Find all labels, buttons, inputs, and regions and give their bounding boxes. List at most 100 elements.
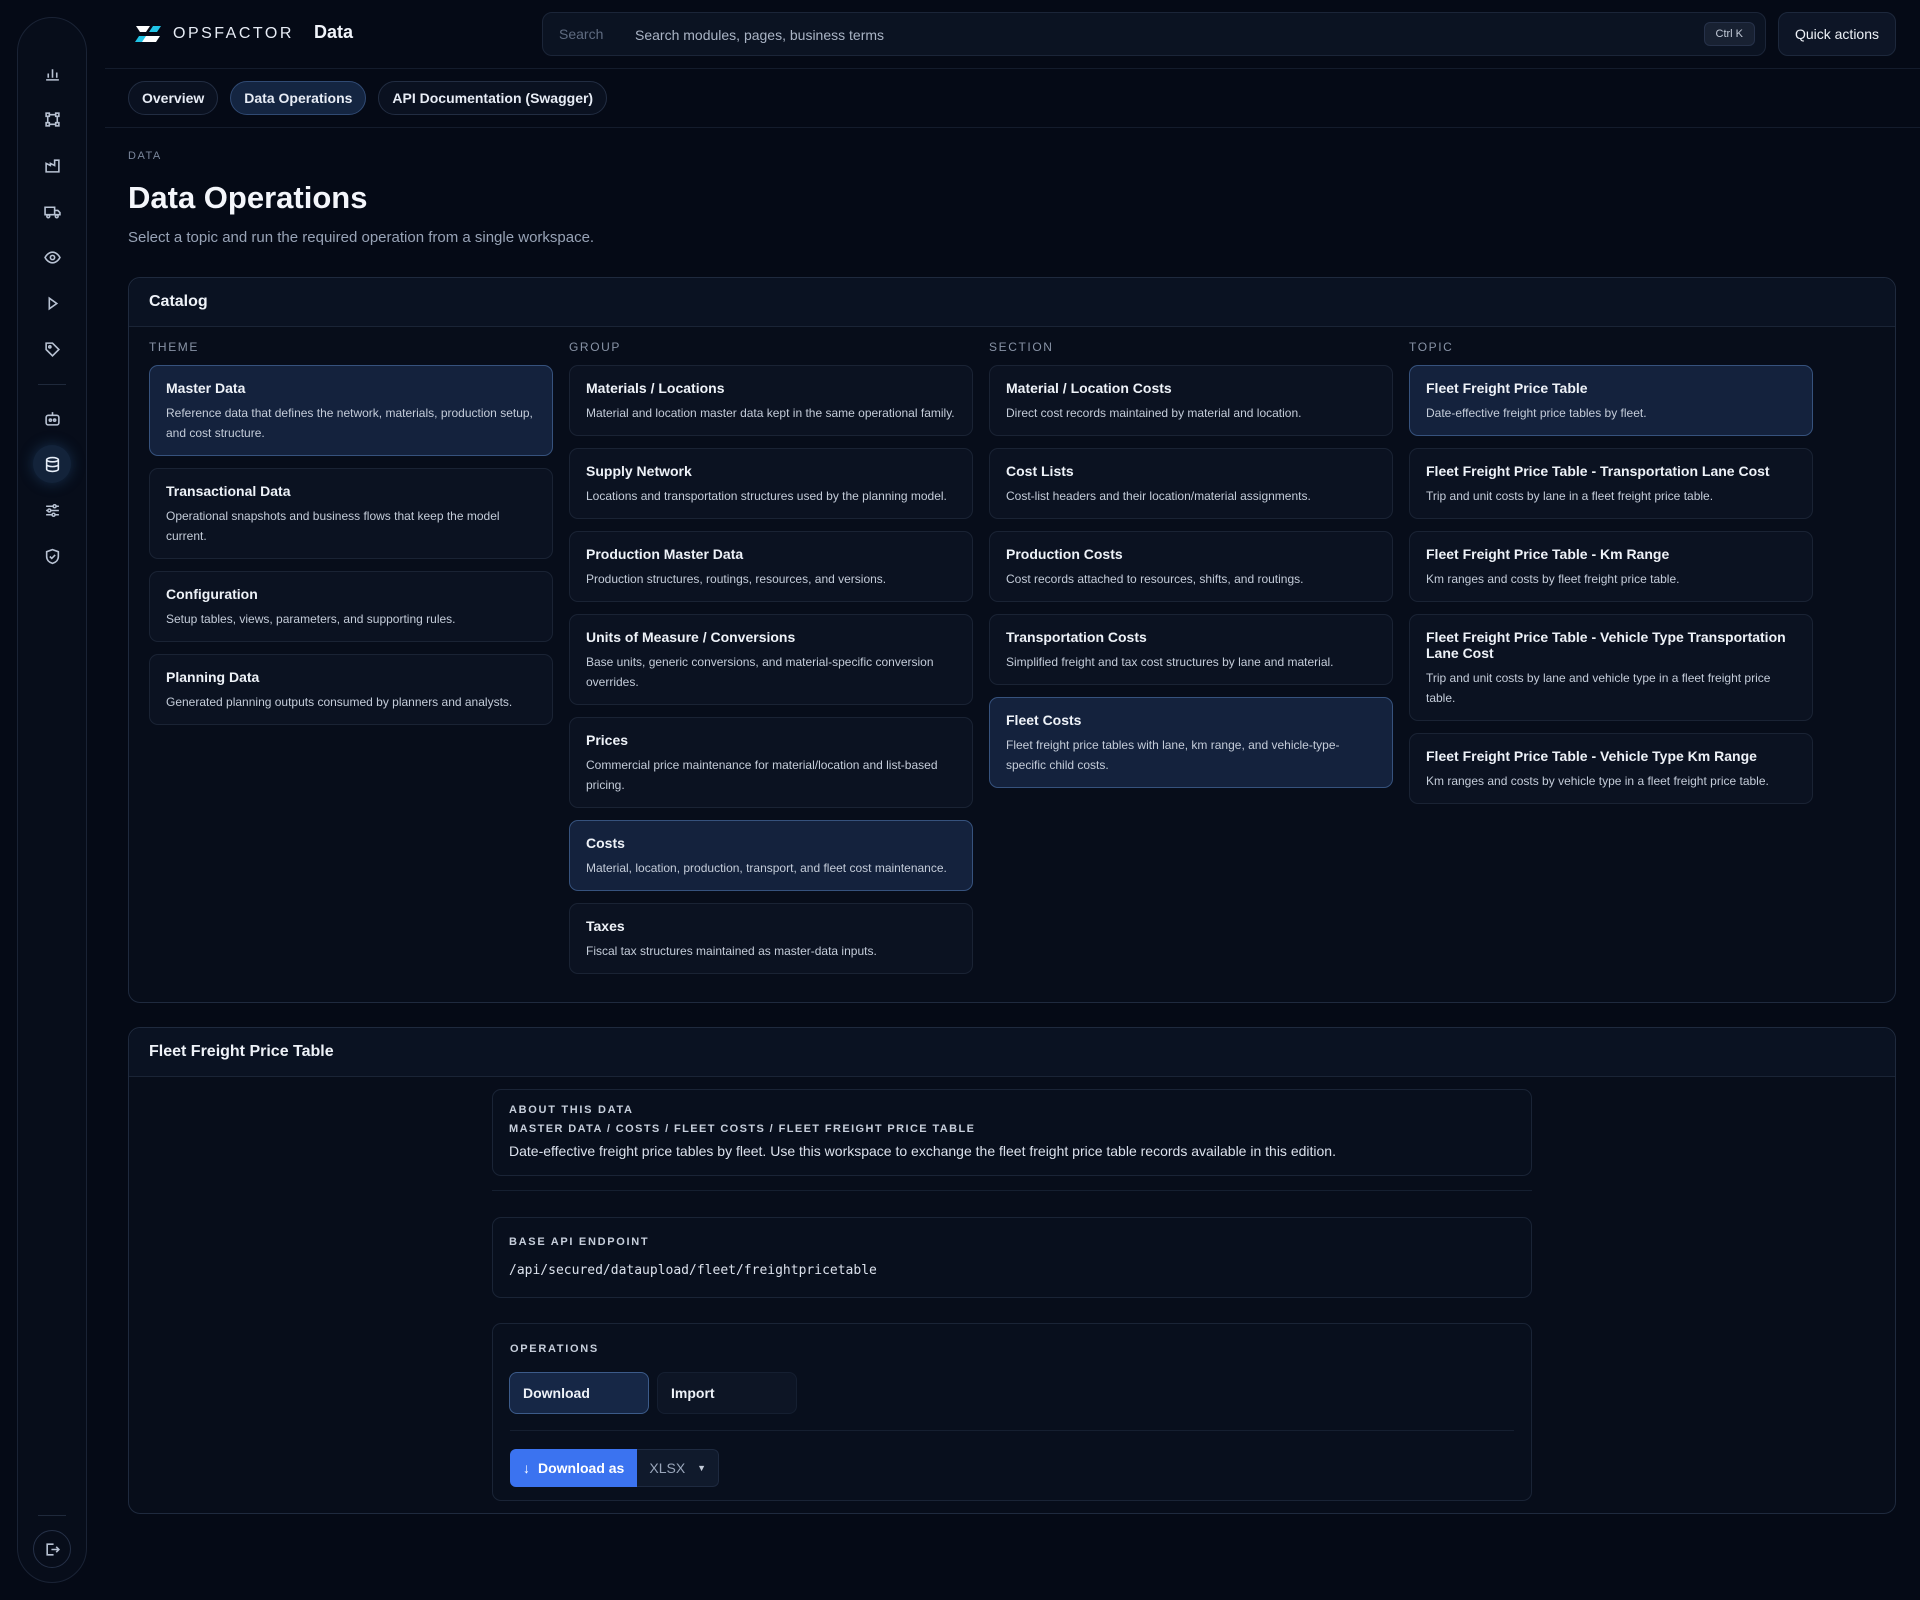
factory-icon[interactable] [33, 146, 71, 184]
catalog-card-description: Operational snapshots and business flows… [166, 509, 500, 543]
catalog-card-description: Direct cost records maintained by materi… [1006, 406, 1302, 420]
global-search[interactable]: Search Ctrl K [542, 12, 1766, 56]
operations-label: OPERATIONS [510, 1343, 599, 1355]
top-bar: OPSFACTOR Data Search Ctrl K Quick actio… [105, 0, 1920, 69]
catalog-card-description: Date-effective freight price tables by f… [1426, 406, 1647, 420]
tab-api-documentation[interactable]: API Documentation (Swagger) [378, 81, 608, 115]
catalog-card-title: Master Data [166, 380, 246, 396]
catalog-card-title: Costs [586, 835, 625, 851]
about-data-label: ABOUT THIS DATA [509, 1104, 634, 1116]
catalog-card-description: Locations and transportation structures … [586, 489, 947, 503]
page-subtitle: Select a topic and run the required oper… [128, 229, 595, 246]
brand-logo[interactable]: OPSFACTOR [133, 20, 294, 48]
sidebar-rail [17, 17, 87, 1583]
tab-data-operations[interactable]: Data Operations [230, 81, 367, 115]
api-endpoint-value: /api/secured/dataupload/fleet/freightpri… [509, 1263, 877, 1278]
catalog-card-description: Commercial price maintenance for materia… [586, 758, 938, 792]
topic-breadcrumb: MASTER DATA / COSTS / FLEET COSTS / FLEE… [509, 1123, 976, 1135]
catalog-card-title: Prices [586, 732, 629, 748]
bar-chart-icon[interactable] [33, 54, 71, 92]
catalog-card[interactable]: Costs Material, location, production, tra… [569, 820, 973, 891]
catalog-card-title: Fleet Costs [1006, 712, 1082, 728]
sliders-icon[interactable] [33, 491, 71, 529]
catalog-column-heading: TOPIC [1409, 340, 1454, 354]
catalog-card-description: Km ranges and costs by fleet freight pri… [1426, 572, 1680, 586]
download-as-button[interactable]: ↓ Download as [510, 1449, 638, 1487]
catalog-card-title: Supply Network [586, 463, 692, 479]
catalog-card[interactable]: Production Master Data Production structu… [569, 531, 973, 602]
catalog-card[interactable]: Cost Lists Cost-list headers and their lo… [989, 448, 1393, 519]
catalog-card[interactable]: Materials / Locations Material and locati… [569, 365, 973, 436]
catalog-card-description: Base units, generic conversions, and mat… [586, 655, 934, 689]
format-selected-value: XLSX [649, 1460, 686, 1476]
logout-icon[interactable] [33, 1530, 71, 1568]
catalog-card[interactable]: Fleet Freight Price Table - Transportati… [1409, 448, 1813, 519]
network-icon[interactable] [33, 100, 71, 138]
detail-divider [492, 1190, 1532, 1191]
search-shortcut-badge: Ctrl K [1703, 22, 1755, 46]
catalog-card-title: Transactional Data [166, 483, 291, 499]
shield-icon[interactable] [33, 537, 71, 575]
quick-actions-button[interactable]: Quick actions [1778, 12, 1896, 56]
catalog-card-description: Trip and unit costs by lane in a fleet f… [1426, 489, 1714, 503]
download-operation-button[interactable]: Download [509, 1372, 649, 1414]
catalog-card[interactable]: Units of Measure / Conversions Base units… [569, 614, 973, 705]
catalog-card-title: Configuration [166, 586, 258, 602]
catalog-card-title: Taxes [586, 918, 625, 934]
catalog-card[interactable]: Production Costs Cost records attached to… [989, 531, 1393, 602]
tab-overview[interactable]: Overview [128, 81, 219, 115]
catalog-card-description: Km ranges and costs by vehicle type in a… [1426, 774, 1769, 788]
catalog-column-group: GROUP Materials / Locations Material and l… [569, 340, 973, 986]
catalog-card-description: Fleet freight price tables with lane, km… [1006, 738, 1340, 772]
catalog-header: Catalog [129, 278, 1895, 327]
page-eyebrow: DATA [128, 150, 162, 162]
catalog-card[interactable]: Fleet Freight Price Table - Vehicle Type… [1409, 733, 1813, 804]
catalog-column-heading: SECTION [989, 340, 1054, 354]
catalog-card[interactable]: Transportation Costs Simplified freight a… [989, 614, 1393, 685]
catalog-card[interactable]: Fleet Freight Price Table Date-effective … [1409, 365, 1813, 436]
chevron-down-icon: ▼ [697, 1463, 707, 1473]
catalog-card-title: Fleet Freight Price Table [1426, 380, 1588, 396]
format-select[interactable]: XLSX ▼ [637, 1449, 720, 1487]
catalog-card[interactable]: Supply Network Locations and transportati… [569, 448, 973, 519]
brand-name: OPSFACTOR [173, 25, 294, 42]
catalog-card[interactable]: Configuration Setup tables, views, parame… [149, 571, 553, 642]
catalog-card-description: Production structures, routings, resourc… [586, 572, 887, 586]
catalog-column-heading: THEME [149, 340, 199, 354]
api-endpoint-label: BASE API ENDPOINT [509, 1236, 650, 1248]
catalog-column-theme: THEME Master Data Reference data that defi… [149, 340, 553, 737]
import-operation-button[interactable]: Import [657, 1372, 797, 1414]
page-tabs: Overview Data Operations API Documentati… [128, 81, 608, 115]
catalog-card[interactable]: Taxes Fiscal tax structures maintained as… [569, 903, 973, 974]
robot-icon[interactable] [33, 399, 71, 437]
catalog-card[interactable]: Material / Location Costs Direct cost rec… [989, 365, 1393, 436]
catalog-card[interactable]: Fleet Costs Fleet freight price tables wi… [989, 697, 1393, 788]
catalog-card-title: Material / Location Costs [1006, 380, 1172, 396]
eye-icon[interactable] [33, 238, 71, 276]
catalog-card[interactable]: Master Data Reference data that defines t… [149, 365, 553, 456]
catalog-card-title: Fleet Freight Price Table - Vehicle Type… [1426, 748, 1757, 764]
catalog-card[interactable]: Fleet Freight Price Table - Vehicle Type… [1409, 614, 1813, 721]
tag-icon[interactable] [33, 330, 71, 368]
catalog-card[interactable]: Planning Data Generated planning outputs … [149, 654, 553, 725]
database-icon[interactable] [33, 445, 71, 483]
search-input[interactable] [635, 24, 1635, 46]
truck-icon[interactable] [33, 192, 71, 230]
topic-detail-header: Fleet Freight Price Table [129, 1028, 1895, 1077]
catalog-card-description: Simplified freight and tax cost structur… [1006, 655, 1334, 669]
operations-divider [510, 1430, 1514, 1431]
download-as-label: Download as [538, 1460, 625, 1476]
catalog-card[interactable]: Transactional Data Operational snapshots … [149, 468, 553, 559]
catalog-card[interactable]: Prices Commercial price maintenance for m… [569, 717, 973, 808]
catalog-column-topic: TOPIC Fleet Freight Price Table Date-effec… [1409, 340, 1813, 816]
catalog-column-section: SECTION Material / Location Costs Direct c… [989, 340, 1393, 800]
catalog-card-title: Materials / Locations [586, 380, 725, 396]
catalog-card-description: Trip and unit costs by lane and vehicle … [1426, 671, 1771, 705]
catalog-card[interactable]: Fleet Freight Price Table - Km Range Km r… [1409, 531, 1813, 602]
catalog-card-title: Transportation Costs [1006, 629, 1147, 645]
play-icon[interactable] [33, 284, 71, 322]
catalog-card-description: Material, location, production, transpor… [586, 861, 947, 875]
catalog-card-description: Generated planning outputs consumed by p… [166, 695, 513, 709]
catalog-card-description: Fiscal tax structures maintained as mast… [586, 944, 877, 958]
catalog-card-title: Fleet Freight Price Table - Vehicle Type… [1426, 629, 1786, 661]
